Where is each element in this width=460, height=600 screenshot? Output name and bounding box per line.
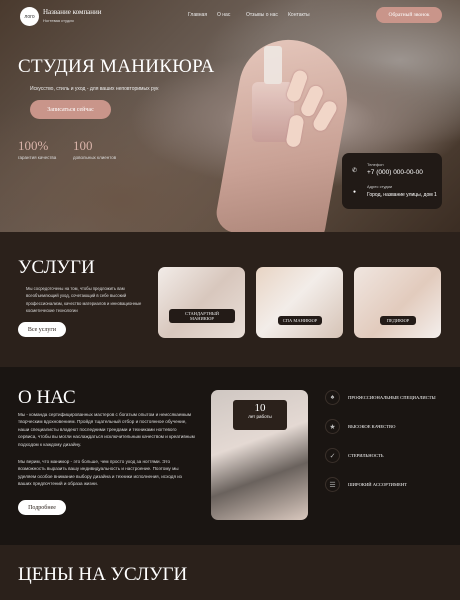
company-tagline: Ногтевая студия	[43, 18, 74, 23]
more-button[interactable]: Подробнее	[18, 500, 66, 515]
address-label: Адрес студии	[367, 184, 393, 189]
feature-item: ♠ Профессиональные специалисты	[325, 390, 436, 405]
hero-subtitle: Искусство, стиль и уход - для ваших непо…	[30, 86, 159, 92]
service-card-label: Спа маникюр	[278, 316, 322, 325]
stat-clients-value: 100	[73, 138, 93, 153]
hero-title: СТУДИЯ МАНИКЮРА	[18, 56, 215, 77]
service-card-spa[interactable]: Спа маникюр	[256, 267, 343, 338]
about-paragraph-1: Мы - команда сертифицированных мастеров …	[18, 412, 195, 447]
services-title: УСЛУГИ	[18, 257, 95, 278]
services-section: УСЛУГИ Мы сосредоточены на том, чтобы пр…	[0, 232, 460, 367]
nav-home[interactable]: Главная	[188, 12, 207, 18]
prices-title: ЦЕНЫ НА УСЛУГИ	[18, 564, 188, 585]
about-paragraph-2: Мы верим, что маникюр - это больше, чем …	[18, 459, 182, 487]
logo[interactable]: лого	[20, 7, 39, 26]
hero-section: лого Название компании Ногтевая студия Г…	[0, 0, 460, 232]
about-section: О НАС Мы - команда сертифицированных мас…	[0, 367, 460, 545]
prices-section: ЦЕНЫ НА УСЛУГИ	[0, 545, 460, 600]
feature-label: Высокое качество	[348, 424, 396, 429]
phone-icon: ✆	[352, 168, 358, 174]
assortment-icon: ☰	[325, 477, 340, 492]
service-card-pedicure[interactable]: Педикюр	[354, 267, 441, 338]
stat-quality-value: 100%	[18, 138, 49, 153]
feature-item: ★ Высокое качество	[325, 419, 395, 434]
feature-item: ☰ Широкий ассортимент	[325, 477, 407, 492]
all-services-button[interactable]: Все услуги	[18, 322, 66, 337]
phone-number[interactable]: +7 (000) 000-00-00	[367, 169, 423, 176]
address-value: Город, название улицы, дом 1	[367, 192, 437, 198]
contact-card: ✆ Телефон +7 (000) 000-00-00 ● Адрес сту…	[342, 153, 442, 209]
years-value: 10	[254, 402, 266, 414]
stat-quality-label: гарантия качества	[18, 155, 57, 160]
about-title: О НАС	[18, 387, 76, 408]
about-image: 10 лет работы	[211, 390, 308, 520]
feature-label: Стерильность	[348, 453, 384, 458]
callback-button[interactable]: Обратный звонок	[376, 7, 442, 23]
services-text: Мы сосредоточены на том, чтобы предложит…	[26, 286, 142, 314]
specialist-icon: ♠	[325, 390, 340, 405]
nav-about[interactable]: О нас	[217, 12, 230, 18]
years-label: лет работы	[248, 414, 272, 419]
feature-label: Профессиональные специалисты	[348, 395, 436, 400]
years-badge: 10 лет работы	[233, 400, 287, 430]
service-card-label: Педикюр	[380, 316, 416, 325]
phone-label: Телефон	[367, 162, 384, 167]
sterility-icon: ✓	[325, 448, 340, 463]
feature-label: Широкий ассортимент	[348, 482, 408, 487]
quality-icon: ★	[325, 419, 340, 434]
company-name: Название компании	[43, 8, 102, 16]
nav-contacts[interactable]: Контакты	[288, 12, 310, 18]
stat-clients-label: довольных клиентов	[73, 155, 117, 160]
book-now-button[interactable]: Записаться сейчас	[30, 100, 111, 119]
service-card-standard[interactable]: Стандартный маникюр	[158, 267, 245, 338]
feature-item: ✓ Стерильность	[325, 448, 384, 463]
location-icon: ●	[353, 189, 357, 195]
service-card-label: Стандартный маникюр	[169, 309, 235, 323]
nav-reviews[interactable]: Отзывы о нас	[246, 12, 278, 18]
